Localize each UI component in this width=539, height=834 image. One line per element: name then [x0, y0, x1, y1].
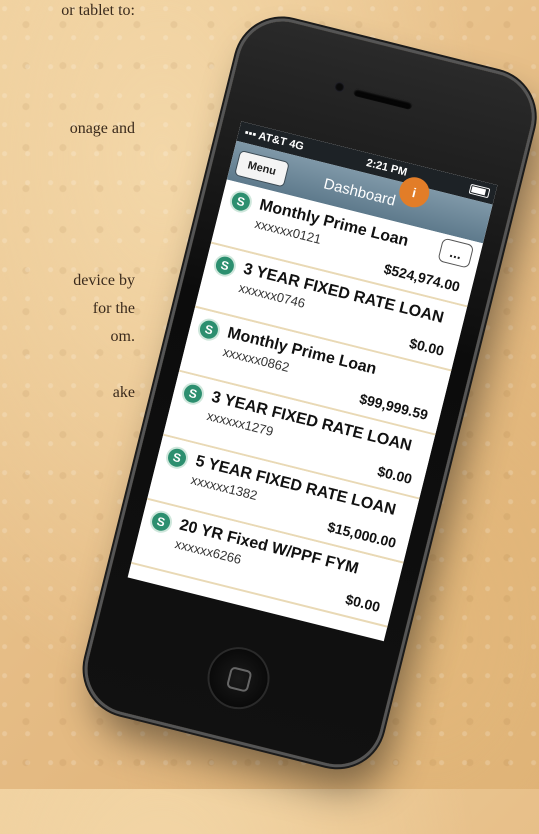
background-text-line: or tablet to:: [61, 2, 135, 19]
carrier-name: AT&T: [257, 130, 288, 149]
loan-balance: $0.00: [375, 462, 414, 487]
more-options-button[interactable]: ...: [437, 237, 475, 269]
dollar-icon: S: [150, 510, 172, 533]
loan-balance: $0.00: [343, 591, 382, 616]
phone-body: ▪▪▪ AT&T 4G 2:21 PM Menu Dashboard i S M…: [78, 12, 539, 774]
dollar-icon: S: [198, 318, 220, 341]
dollar-icon: S: [182, 382, 204, 405]
battery-icon: [468, 183, 491, 199]
dollar-icon: S: [166, 446, 188, 469]
signal-icon: ▪▪▪: [243, 126, 258, 142]
loan-balance: $0.00: [407, 334, 446, 359]
loan-list: S Monthly Prime Loan xxxxxx0121 $524,974…: [131, 179, 483, 628]
speaker-grille: [352, 87, 414, 111]
menu-button[interactable]: Menu: [234, 149, 290, 188]
network-type: 4G: [287, 137, 305, 153]
home-square-icon: [225, 666, 253, 693]
home-button: [203, 643, 274, 714]
phone-screen: ▪▪▪ AT&T 4G 2:21 PM Menu Dashboard i S M…: [127, 121, 498, 642]
camera-icon: [333, 80, 346, 94]
page-title: Dashboard: [322, 174, 398, 210]
dollar-icon: S: [229, 190, 252, 213]
dollar-icon: S: [214, 254, 236, 277]
